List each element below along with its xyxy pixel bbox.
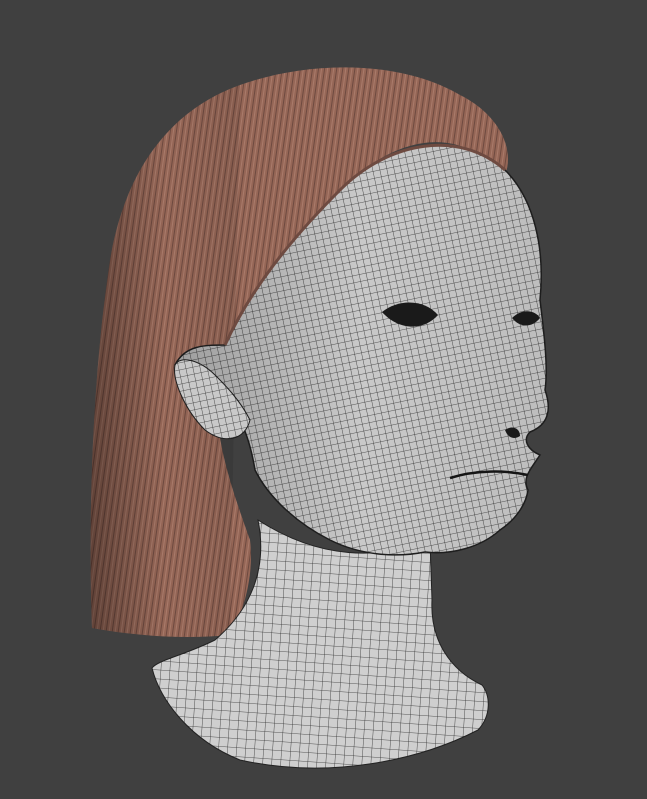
3d-viewport[interactable]	[0, 0, 647, 799]
